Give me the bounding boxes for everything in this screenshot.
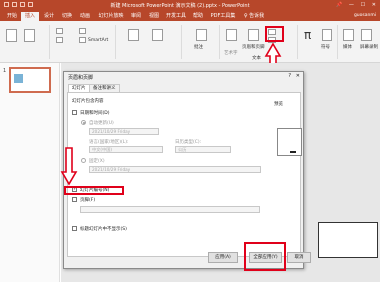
fixed-date-radio[interactable] <box>81 158 86 163</box>
tab-notes-handouts[interactable]: 备注和讲义 <box>89 84 120 92</box>
date-time-checkbox[interactable] <box>72 110 77 115</box>
preview-label: 预览 <box>274 102 283 107</box>
tab-developer[interactable]: 开发工具 <box>164 12 188 21</box>
help-button[interactable]: ? <box>288 73 291 79</box>
tab-transitions[interactable]: 切换 <box>59 12 75 21</box>
slide-number: 1 <box>3 68 7 74</box>
symbol-label[interactable]: 符号 <box>321 44 330 50</box>
quick-access-toolbar <box>4 2 38 9</box>
ribbon-group-symbols: π 符号 <box>300 25 338 59</box>
tab-view[interactable]: 视图 <box>146 12 162 21</box>
highlight-apply-all <box>244 242 286 271</box>
user-name[interactable]: guosanmi <box>354 12 376 20</box>
action-icon[interactable] <box>152 29 163 41</box>
tab-pdf-tools[interactable]: PDF工具集 <box>208 12 238 21</box>
date-time-label[interactable]: 日期和时间(D) <box>80 110 109 116</box>
maximize-button[interactable]: ☐ <box>361 2 365 9</box>
screen-record-label[interactable]: 屏幕录制 <box>360 44 378 50</box>
smartart-label[interactable]: SmartArt <box>88 38 108 43</box>
auto-update-radio[interactable] <box>81 120 86 125</box>
shapes-icon[interactable] <box>56 28 63 34</box>
redo-icon[interactable] <box>20 2 25 7</box>
tab-help[interactable]: 帮助 <box>190 12 206 21</box>
slide-thumbnail[interactable] <box>9 67 51 93</box>
tell-me-search[interactable]: ♀ 告诉我 <box>240 12 268 21</box>
ribbon-group-media: 媒体 屏幕录制 <box>340 25 378 59</box>
header-footer-dialog: 页眉和页脚 ? ✕ 幻灯片 备注和讲义 幻灯片包含内容 预览 日期和时间(D) … <box>63 71 304 269</box>
dialog-close-button[interactable]: ✕ <box>296 73 300 79</box>
text-box-icon[interactable] <box>226 29 237 41</box>
slide-tab-panel: 幻灯片包含内容 预览 日期和时间(D) 自动更新(U) 2021/10/29 F… <box>67 92 302 257</box>
language-label: 语言(国家/地区)(L): <box>89 140 129 145</box>
calendar-label: 日历类型(C): <box>175 140 202 145</box>
tab-review[interactable]: 审阅 <box>128 12 144 21</box>
tab-design[interactable]: 设计 <box>41 12 57 21</box>
tab-slideshow[interactable]: 幻灯片放映 <box>96 12 126 21</box>
ribbon-tab-bar: 开始 插入 设计 切换 动画 幻灯片放映 审阅 视图 开发工具 帮助 PDF工具… <box>0 11 380 21</box>
undo-icon[interactable] <box>12 2 17 7</box>
symbol-icon[interactable] <box>322 29 332 41</box>
highlight-header-footer <box>265 26 284 42</box>
comment-label[interactable]: 批注 <box>194 44 203 50</box>
link-icon[interactable] <box>128 29 139 41</box>
pin-icon[interactable]: 📌 <box>336 2 342 9</box>
footer-label[interactable]: 页脚(F) <box>80 197 95 203</box>
3d-models-icon[interactable] <box>79 28 86 34</box>
title-bar: 新建 Microsoft PowerPoint 演示文稿 (2).pptx - … <box>0 0 380 11</box>
tab-slide[interactable]: 幻灯片 <box>68 84 90 92</box>
preview-box <box>277 128 302 156</box>
calendar-select[interactable]: 公历 <box>175 146 231 153</box>
tab-home[interactable]: 开始 <box>4 12 20 21</box>
customize-icon[interactable] <box>28 2 33 7</box>
media-label[interactable]: 媒体 <box>343 44 352 50</box>
fixed-date-input[interactable]: 2021/10/29 Friday <box>89 166 261 173</box>
tab-insert[interactable]: 插入 <box>21 12 39 21</box>
apply-button[interactable]: 应用(A) <box>208 252 238 263</box>
preview-slide-number-mark <box>290 151 296 153</box>
text-group-label: 文本 <box>252 56 261 61</box>
ribbon-group-links <box>118 25 182 59</box>
ribbon-group-comments: 批注 <box>184 25 220 59</box>
header-footer-label[interactable]: 页眉和页脚 <box>242 44 265 50</box>
hide-on-title-slide-label[interactable]: 标题幻灯片中不显示(S) <box>80 226 127 232</box>
auto-update-label[interactable]: 自动更新(U) <box>89 120 114 126</box>
art-text-label[interactable]: 艺术字 <box>224 50 238 56</box>
ribbon: SmartArt 批注 页眉和页脚 艺术字 文本 π 符号 媒体 屏幕录制 <box>0 21 380 63</box>
window-title: 新建 Microsoft PowerPoint 演示文稿 (2).pptx - … <box>110 3 250 9</box>
highlight-slide-number <box>64 186 124 195</box>
dialog-title: 页眉和页脚 <box>68 75 94 81</box>
table-icon[interactable] <box>24 29 35 42</box>
equation-icon[interactable]: π <box>304 28 311 42</box>
window-controls: 📌 — ☐ ✕ <box>336 2 376 9</box>
minimize-button[interactable]: — <box>349 2 354 9</box>
save-icon[interactable] <box>4 2 9 7</box>
hide-on-title-slide-checkbox[interactable] <box>72 226 77 231</box>
media-icon[interactable] <box>343 29 354 41</box>
tab-animations[interactable]: 动画 <box>77 12 93 21</box>
footer-checkbox[interactable] <box>72 197 77 202</box>
fixed-date-label[interactable]: 固定(X) <box>89 158 105 164</box>
group-label: 幻灯片包含内容 <box>72 99 104 104</box>
header-footer-icon[interactable] <box>248 29 259 41</box>
down-arrow-annotation <box>60 147 78 186</box>
thumbnail-image <box>14 74 23 83</box>
new-slide-icon[interactable] <box>6 29 17 42</box>
comment-icon[interactable] <box>196 29 207 41</box>
language-select[interactable]: 中文(中国) <box>89 146 163 153</box>
close-button[interactable]: ✕ <box>372 2 376 9</box>
smartart-icon[interactable] <box>79 37 86 43</box>
slide-thumbnail-pane <box>0 63 60 282</box>
date-format-select[interactable]: 2021/10/29 Friday <box>89 128 159 135</box>
screen-record-icon[interactable] <box>361 29 372 41</box>
footer-input[interactable] <box>80 206 260 213</box>
slide-edge <box>318 222 378 258</box>
icons-icon[interactable] <box>56 37 63 43</box>
ribbon-group-text: 页眉和页脚 艺术字 文本 <box>222 25 298 61</box>
cancel-button[interactable]: 取消 <box>287 252 311 263</box>
ribbon-group-slides <box>2 25 50 59</box>
ribbon-group-images: SmartArt <box>52 25 116 59</box>
